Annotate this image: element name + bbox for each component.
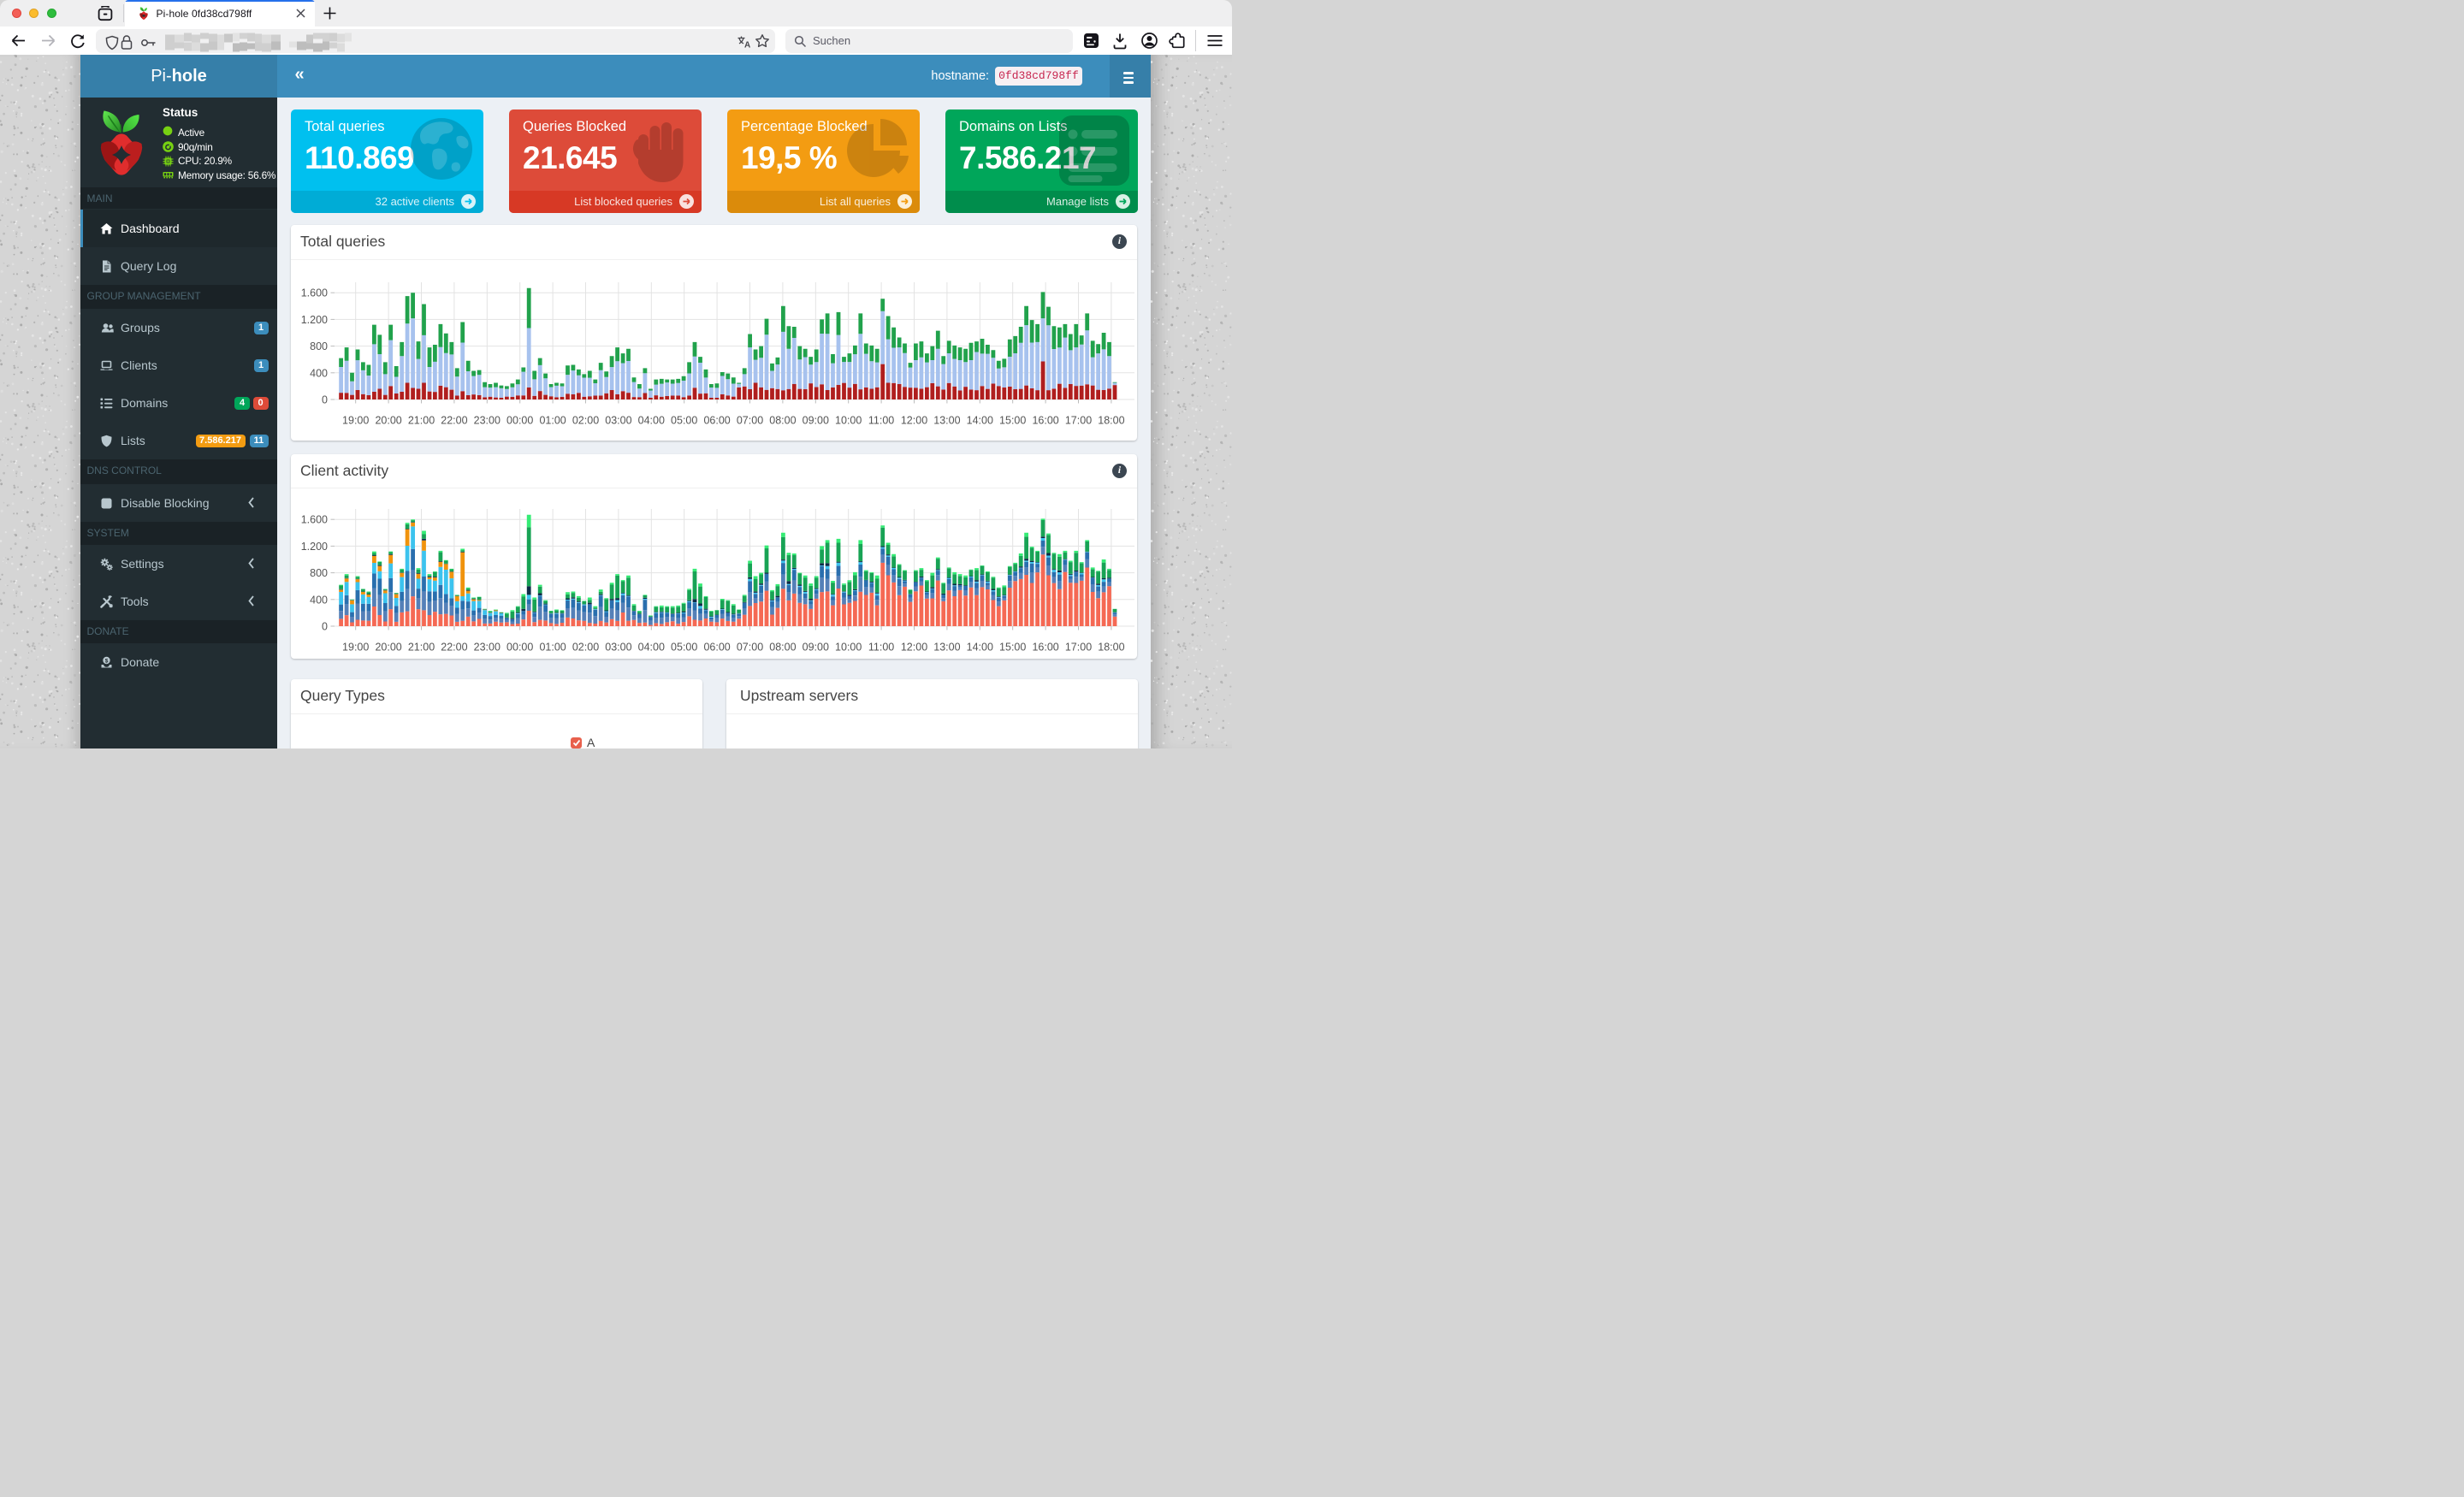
svg-text:03:00: 03:00	[605, 642, 631, 654]
svg-text:01:00: 01:00	[539, 642, 566, 654]
svg-text:21:00: 21:00	[408, 642, 435, 654]
svg-text:05:00: 05:00	[671, 642, 697, 654]
svg-text:0: 0	[322, 621, 328, 633]
svg-text:22:00: 22:00	[441, 642, 467, 654]
svg-text:04:00: 04:00	[638, 642, 665, 654]
svg-text:00:00: 00:00	[506, 642, 533, 654]
svg-text:1.600: 1.600	[301, 514, 328, 526]
svg-text:23:00: 23:00	[474, 642, 500, 654]
svg-text:08:00: 08:00	[769, 642, 796, 654]
svg-text:16:00: 16:00	[1032, 642, 1058, 654]
svg-text:20:00: 20:00	[375, 642, 401, 654]
svg-text:18:00: 18:00	[1098, 642, 1124, 654]
svg-text:17:00: 17:00	[1065, 642, 1092, 654]
svg-text:800: 800	[310, 567, 328, 579]
svg-text:15:00: 15:00	[999, 642, 1026, 654]
svg-text:14:00: 14:00	[967, 642, 993, 654]
svg-text:13:00: 13:00	[933, 642, 960, 654]
svg-text:400: 400	[310, 594, 328, 606]
svg-text:10:00: 10:00	[835, 642, 862, 654]
svg-text:A: A	[744, 40, 750, 49]
svg-text:12:00: 12:00	[901, 642, 927, 654]
svg-text:02:00: 02:00	[572, 642, 599, 654]
svg-text:07:00: 07:00	[737, 642, 763, 654]
svg-text:11:00: 11:00	[868, 642, 894, 654]
svg-text:06:00: 06:00	[703, 642, 730, 654]
svg-text:19:00: 19:00	[342, 642, 369, 654]
svg-text:1.200: 1.200	[301, 541, 328, 553]
svg-text:09:00: 09:00	[803, 642, 829, 654]
